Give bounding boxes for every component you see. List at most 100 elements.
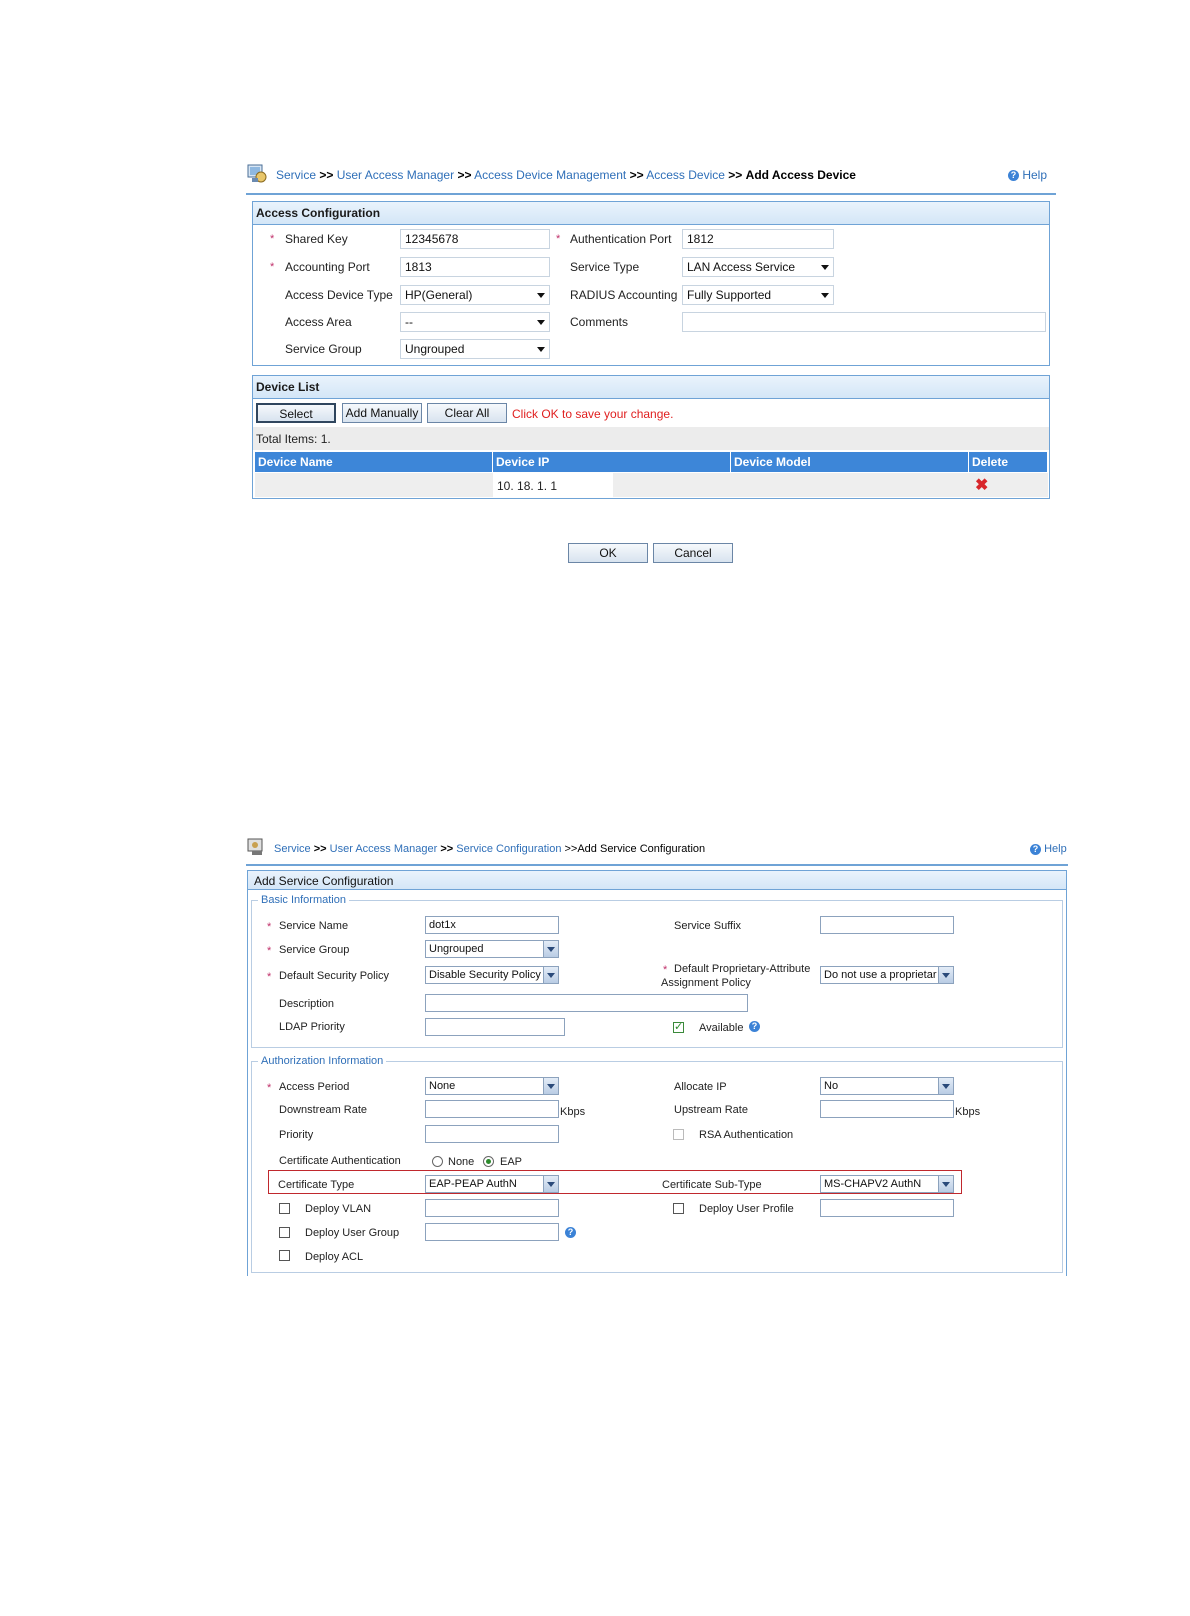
rsa-authentication-label: RSA Authentication [699,1129,794,1141]
default-security-policy-value: Disable Security Policy [429,969,541,981]
proprietary-attribute-value: Do not use a proprietar [824,969,937,981]
allocate-ip-select[interactable]: No [820,1077,954,1095]
chevron-down-icon [543,1078,558,1094]
service-name-input[interactable]: dot1x [425,916,559,934]
service-group-select[interactable]: Ungrouped [425,940,559,958]
deploy-acl-label: Deploy ACL [305,1251,364,1263]
upstream-unit: Kbps [955,1106,981,1118]
deploy-vlan-label: Deploy VLAN [305,1203,372,1215]
cancel-button[interactable]: Cancel [653,543,733,563]
panel-title: Add Service Configuration [247,870,1067,890]
service-suffix-input[interactable] [820,916,954,934]
delete-icon[interactable]: ✖ [975,475,988,495]
service-type-select[interactable]: LAN Access Service [682,257,834,277]
chevron-down-icon [537,347,545,352]
deploy-user-group-input[interactable] [425,1223,559,1241]
breadcrumb-separator: >> [457,168,472,182]
priority-input[interactable] [425,1125,559,1143]
select-button[interactable]: Select [256,403,336,423]
service-type-label: Service Type [570,260,640,274]
breadcrumb-access-device[interactable]: Access Device [646,168,725,182]
chevron-down-icon [543,941,558,957]
deploy-vlan-checkbox[interactable] [279,1203,290,1214]
shared-key-input[interactable]: 12345678 [400,229,550,249]
authentication-port-input[interactable]: 1812 [682,229,834,249]
help-label: Help [1044,843,1067,855]
rsa-authentication-checkbox[interactable] [673,1129,684,1140]
access-device-type-select[interactable]: HP(General) [400,285,550,305]
deploy-acl-checkbox[interactable] [279,1250,290,1261]
comments-label: Comments [570,315,629,329]
service-group-label: Service Group [285,342,362,356]
required-marker: * [270,233,275,245]
service-icon [246,836,268,858]
column-header-device-name[interactable]: Device Name [255,452,493,472]
ldap-priority-input[interactable] [425,1018,565,1036]
cert-auth-none-radio[interactable] [432,1156,443,1167]
service-group-value: Ungrouped [429,943,484,955]
required-marker: * [270,261,275,273]
total-items: Total Items: 1. [256,432,331,446]
breadcrumb-access-device-management[interactable]: Access Device Management [474,168,626,182]
chevron-down-icon [938,1176,953,1192]
required-marker: * [267,1082,272,1094]
certificate-subtype-select[interactable]: MS-CHAPV2 AuthN [820,1175,954,1193]
access-period-value: None [429,1080,456,1092]
downstream-rate-input[interactable] [425,1100,559,1118]
panel-title: Device List [253,376,1049,399]
service-group-value: Ungrouped [405,342,465,356]
ok-button[interactable]: OK [568,543,648,563]
access-device-type-label: Access Device Type [285,288,393,302]
breadcrumb-user-access-manager[interactable]: User Access Manager [330,843,438,855]
comments-input[interactable] [682,312,1046,332]
info-icon[interactable]: ? [565,1227,576,1238]
help-icon: ? [1030,843,1041,855]
table-row: 10. 18. 1. 1 ✖ [255,473,1048,497]
priority-label: Priority [279,1129,314,1141]
column-header-delete[interactable]: Delete [969,452,1048,472]
deploy-user-group-checkbox[interactable] [279,1227,290,1238]
breadcrumb-service[interactable]: Service [276,168,316,182]
accounting-port-input[interactable]: 1813 [400,257,550,277]
save-notice: Click OK to save your change. [512,407,674,421]
help-link[interactable]: ? Help [1008,168,1047,182]
service-suffix-label: Service Suffix [674,920,742,932]
help-icon: ? [1008,170,1019,182]
deploy-user-profile-input[interactable] [820,1199,954,1217]
cert-auth-eap-label: EAP [500,1156,523,1168]
authorization-information-legend: Authorization Information [258,1055,387,1067]
help-link[interactable]: ? Help [1030,843,1067,855]
available-checkbox[interactable] [673,1020,684,1033]
column-header-device-model[interactable]: Device Model [731,452,969,472]
info-icon[interactable]: ? [749,1021,760,1032]
breadcrumb-separator: >> [728,168,743,182]
description-input[interactable] [425,994,748,1012]
description-label: Description [279,998,335,1010]
cert-auth-eap-radio[interactable] [483,1156,494,1167]
device-ip-value: 10. 18. 1. 1 [497,479,558,493]
chevron-down-icon [938,967,953,983]
breadcrumb-service-configuration[interactable]: Service Configuration [456,843,561,855]
access-period-select[interactable]: None [425,1077,559,1095]
accounting-port-label: Accounting Port [285,260,370,274]
breadcrumb-service[interactable]: Service [274,843,311,855]
required-marker: * [663,964,668,976]
assignment-policy-label: Assignment Policy [661,977,751,989]
clear-all-button[interactable]: Clear All [427,403,507,423]
deploy-vlan-input[interactable] [425,1199,559,1217]
access-configuration-panel: Access Configuration [252,201,1050,366]
add-manually-button[interactable]: Add Manually [342,403,422,423]
panel-title: Access Configuration [253,202,1049,225]
upstream-rate-input[interactable] [820,1100,954,1118]
breadcrumb-user-access-manager[interactable]: User Access Manager [337,168,454,182]
column-header-device-ip[interactable]: Device IP [493,452,731,472]
access-area-select[interactable]: -- [400,312,550,332]
authentication-port-label: Authentication Port [570,232,672,246]
radius-accounting-select[interactable]: Fully Supported [682,285,834,305]
service-group-select[interactable]: Ungrouped [400,339,550,359]
proprietary-attribute-select[interactable]: Do not use a proprietar [820,966,954,984]
certificate-type-select[interactable]: EAP-PEAP AuthN [425,1175,559,1193]
deploy-user-profile-checkbox[interactable] [673,1203,684,1214]
default-security-policy-select[interactable]: Disable Security Policy [425,966,559,984]
downstream-unit: Kbps [560,1106,586,1118]
